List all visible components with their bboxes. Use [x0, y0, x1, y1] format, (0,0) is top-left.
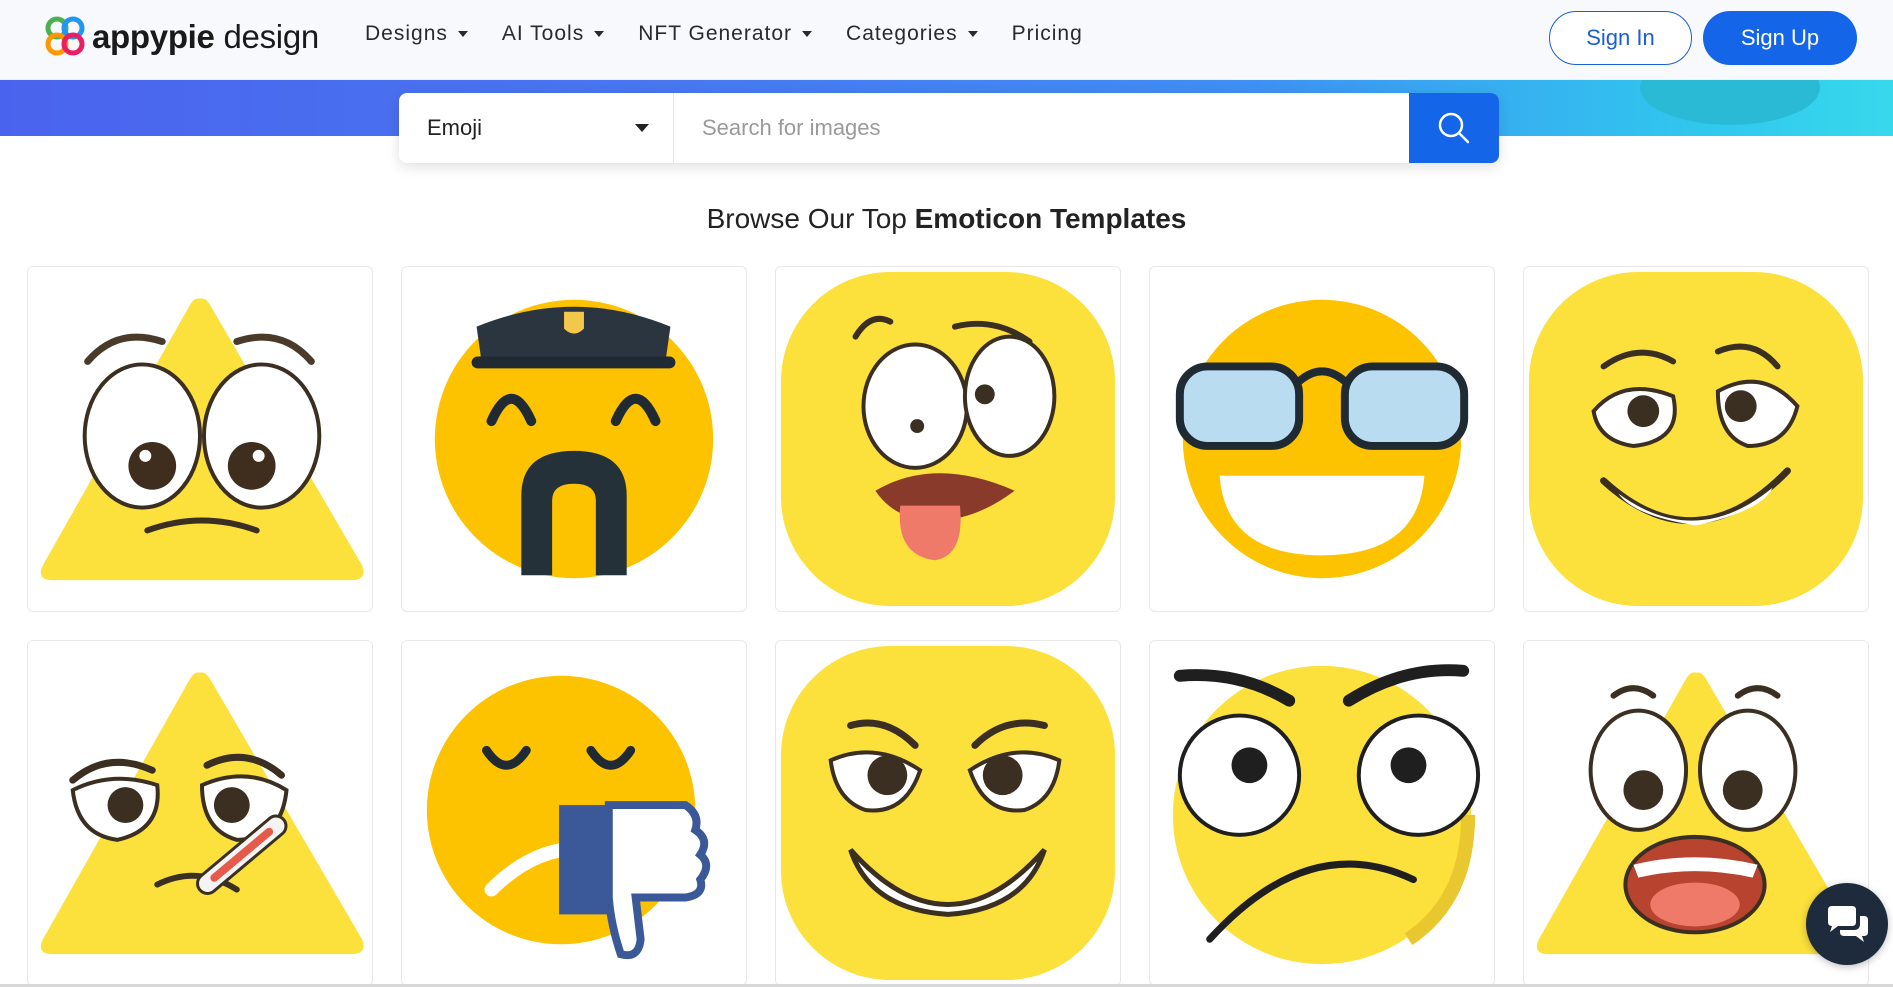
nav-designs[interactable]: Designs [365, 22, 468, 46]
appypie-logo-icon [45, 16, 85, 56]
sign-up-button[interactable]: Sign Up [1703, 11, 1857, 65]
police-cap-emoji-icon [434, 299, 714, 579]
search-input[interactable] [674, 93, 1409, 163]
caret-down-icon [802, 31, 813, 37]
top-navbar: appypie design Designs AI Tools NFT Gene… [0, 0, 1893, 80]
nav-ai-tools[interactable]: AI Tools [501, 22, 605, 46]
search-button[interactable] [1409, 93, 1499, 163]
heading-emphasis: Emoticon Templates [914, 203, 1187, 234]
nav-categories[interactable]: Categories [846, 22, 978, 46]
caret-down-icon [594, 31, 605, 37]
template-card-tongue-out[interactable] [775, 266, 1121, 612]
nav-label: Designs [365, 22, 448, 45]
template-card-police-cap[interactable] [401, 266, 747, 612]
caret-down-icon [967, 31, 978, 37]
devilish-grin-emoji-icon [780, 645, 1116, 981]
template-card-triangle-sick[interactable] [27, 640, 373, 986]
caret-down-icon [457, 31, 468, 37]
search-category-value: Emoji [427, 115, 483, 140]
sign-in-button[interactable]: Sign In [1549, 11, 1692, 65]
template-card-triangle-surprised[interactable] [27, 266, 373, 612]
triangle-surprised-emoji-icon [40, 298, 364, 581]
section-heading: Browse Our Top Emoticon Templates [706, 203, 1187, 234]
nav-label: Categories [846, 22, 958, 45]
nav-nft-generator[interactable]: NFT Generator [638, 22, 813, 46]
brand-name: appypie design [92, 18, 319, 55]
template-card-thumbs-down[interactable] [401, 640, 747, 986]
sunglasses-grin-emoji-icon [1175, 299, 1469, 579]
chat-bubbles-icon [1828, 906, 1868, 942]
thumbs-down-emoji-icon [426, 675, 711, 960]
caret-down-icon [635, 124, 649, 132]
triangle-sick-thermometer-emoji-icon [40, 672, 364, 955]
search-category-select[interactable]: Emoji [399, 93, 674, 163]
nav-label: Pricing [1011, 22, 1083, 45]
brand-logo[interactable]: appypie design [44, 14, 319, 60]
nav-pricing[interactable]: Pricing [1012, 22, 1083, 46]
banner-decoration [1640, 80, 1820, 125]
template-card-angry-frown[interactable] [1149, 640, 1495, 986]
chat-widget-button[interactable] [1806, 883, 1888, 965]
nav-label: NFT Generator [638, 22, 793, 45]
template-card-devilish-grin[interactable] [775, 640, 1121, 986]
angry-frown-emoji-icon [1172, 664, 1481, 965]
template-card-sunglasses[interactable] [1149, 266, 1495, 612]
search-bar: Emoji [399, 93, 1499, 163]
search-icon [1438, 112, 1470, 144]
nav-label: AI Tools [501, 22, 585, 45]
tongue-out-emoji-icon [780, 271, 1116, 607]
template-card-smirk[interactable] [1523, 266, 1869, 612]
main-nav: Designs AI Tools NFT Generator Categorie… [365, 22, 1083, 46]
smirk-emoji-icon [1528, 271, 1864, 607]
